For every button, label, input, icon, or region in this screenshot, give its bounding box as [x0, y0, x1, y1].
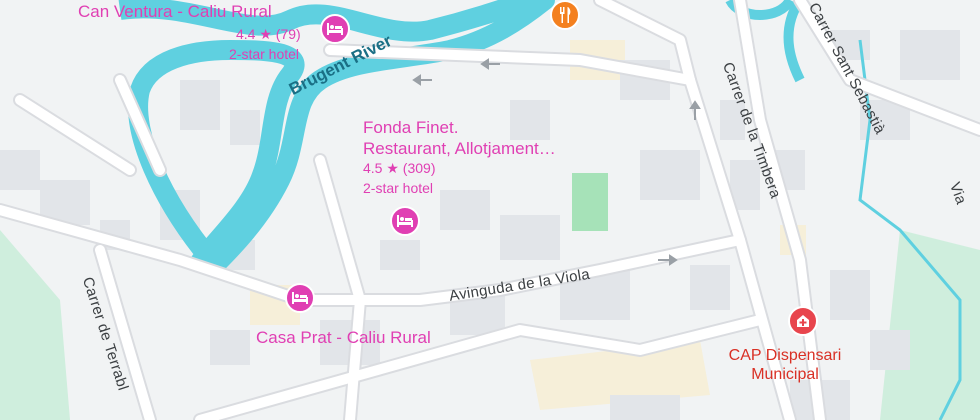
- poi-rating: 4.5 ★ (309): [363, 160, 436, 176]
- map-canvas[interactable]: Can Ventura - Caliu Rural 4.4 ★ (79) 2-s…: [0, 0, 980, 420]
- poi-name-fonda-finet[interactable]: Fonda Finet.: [363, 118, 458, 138]
- restaurant-icon[interactable]: [550, 0, 580, 30]
- poi-rating: 4.4 ★ (79): [236, 26, 301, 42]
- poi-name-line1: CAP Dispensari: [728, 347, 842, 364]
- poi-category: 2-star hotel: [229, 46, 300, 62]
- bed-icon[interactable]: [320, 14, 350, 44]
- river-branch: [783, 0, 805, 83]
- poi-name-casa-prat[interactable]: Casa Prat - Caliu Rural: [256, 328, 431, 348]
- medical-icon[interactable]: [788, 306, 818, 336]
- bed-icon[interactable]: [285, 283, 315, 313]
- poi-name-fonda-finet-line2[interactable]: Restaurant, Allotjament…: [363, 139, 556, 159]
- park-area-right: [880, 230, 980, 420]
- poi-name-cap-dispensari[interactable]: CAP Dispensari Municipal: [700, 346, 870, 384]
- bed-icon[interactable]: [390, 206, 420, 236]
- poi-category: 2-star hotel: [363, 180, 434, 196]
- poi-name-line2: Municipal: [751, 366, 819, 384]
- park-area-left: [0, 230, 70, 420]
- poi-name-can-ventura[interactable]: Can Ventura - Caliu Rural: [78, 2, 272, 22]
- sports-pitch: [572, 173, 608, 231]
